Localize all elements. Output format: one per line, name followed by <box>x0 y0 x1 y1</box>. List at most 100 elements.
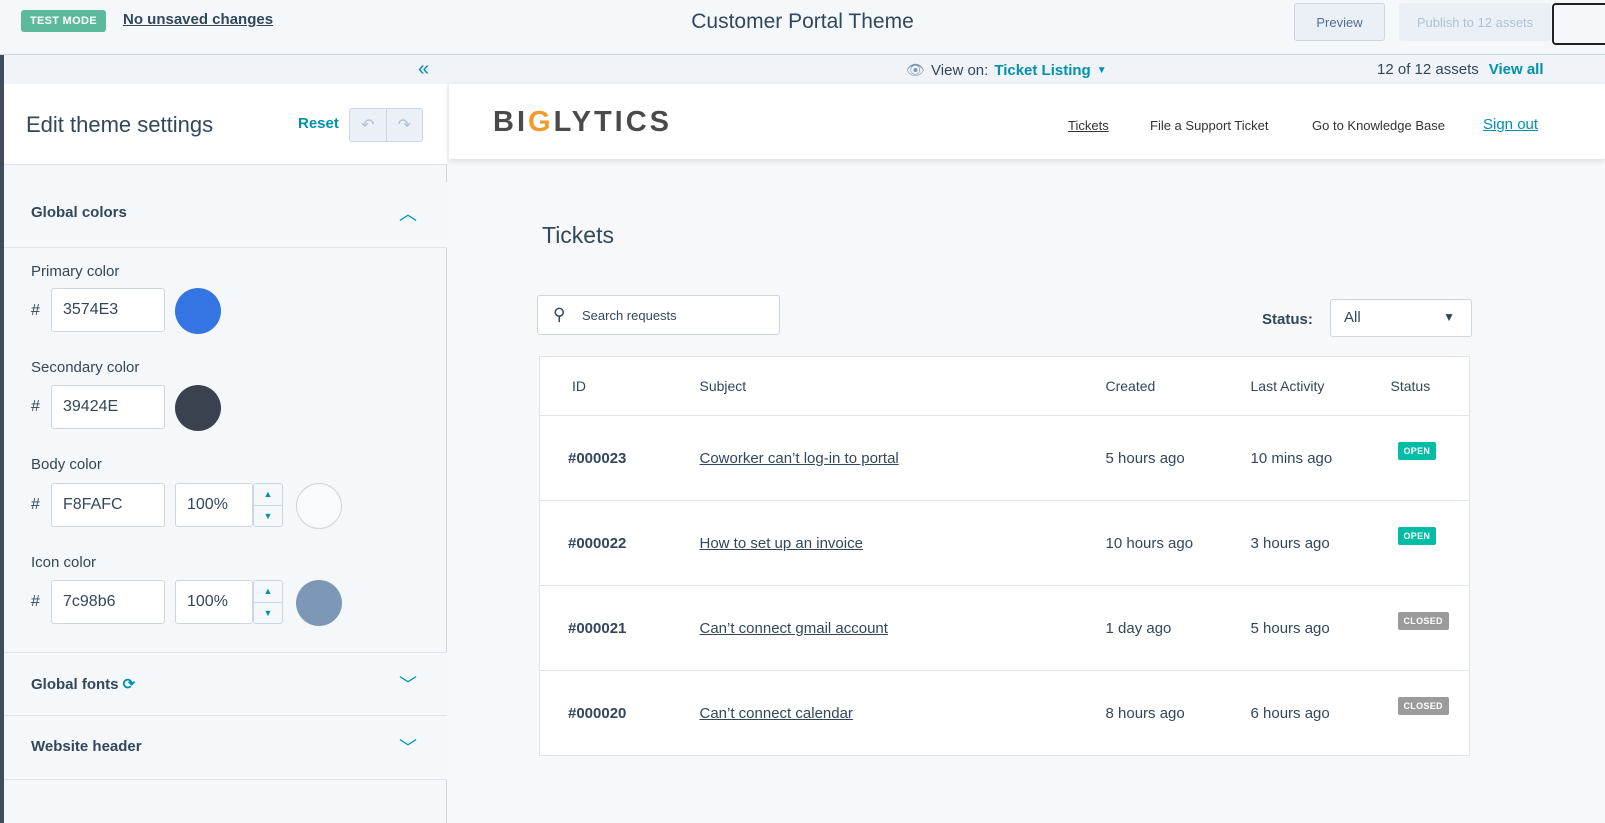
chevron-up-icon[interactable]: ▲ <box>254 484 282 505</box>
collapse-sidebar-icon[interactable]: « <box>418 58 429 81</box>
chevron-down-icon[interactable]: ▼ <box>254 601 282 624</box>
sub-bar <box>4 55 1605 84</box>
tickets-heading: Tickets <box>542 222 614 248</box>
panel-title: Edit theme settings <box>26 112 214 137</box>
search-placeholder: Search requests <box>582 308 677 323</box>
nav-tickets[interactable]: Tickets <box>1068 118 1109 133</box>
chevron-up-icon[interactable]: ︿ <box>399 200 417 226</box>
table-row[interactable]: #000023 Coworker can’t log-in to portal … <box>539 415 1470 501</box>
secondary-color-swatch[interactable] <box>175 385 221 431</box>
hash-symbol: # <box>31 398 40 415</box>
nav-knowledge-base[interactable]: Go to Knowledge Base <box>1312 118 1445 133</box>
reset-button[interactable]: Reset <box>298 115 339 132</box>
portal-preview: BIGLYTICS Tickets File a Support Ticket … <box>449 84 1605 823</box>
section-label-text: Global fonts <box>31 676 119 693</box>
section-website-header[interactable]: Website header ﹀ <box>4 716 447 780</box>
sync-icon: ⟳ <box>122 676 136 693</box>
publish-button[interactable]: Publish to 12 assets <box>1399 3 1551 41</box>
ticket-created: 5 hours ago <box>1105 415 1251 501</box>
ticket-id: #000022 <box>539 500 700 586</box>
icon-color-swatch[interactable] <box>296 580 342 626</box>
table-row[interactable]: #000021 Can’t connect gmail account 1 da… <box>539 585 1470 671</box>
status-select-value: All <box>1344 309 1361 326</box>
section-global-colors[interactable]: Global colors ︿ <box>4 182 447 248</box>
caret-down-icon: ▼ <box>1443 310 1455 324</box>
section-global-fonts[interactable]: Global fonts ⟳ ﹀ <box>4 652 447 716</box>
body-color-input[interactable]: F8FAFC <box>51 483 165 527</box>
color-fields: Primary color # 3574E3 Secondary color #… <box>4 248 447 652</box>
search-icon: ⚲ <box>553 305 566 324</box>
primary-color-swatch[interactable] <box>175 288 221 334</box>
section-label: Global fonts ⟳ <box>31 675 135 693</box>
portal-header: BIGLYTICS Tickets File a Support Ticket … <box>449 84 1605 159</box>
eye-icon: 👁 <box>906 62 926 79</box>
chevron-down-icon[interactable]: ▼ <box>254 504 282 527</box>
view-on-selector[interactable]: 👁 View on: Ticket Listing ▼ <box>906 61 1107 80</box>
ticket-created: 8 hours ago <box>1105 704 1185 722</box>
status-badge: OPEN <box>1397 526 1437 545</box>
panel-header: Edit theme settings Reset ↶ ↷ <box>4 84 447 165</box>
secondary-color-input[interactable]: 39424E <box>51 385 165 429</box>
ticket-subject-link[interactable]: Can’t connect calendar <box>700 705 853 722</box>
undo-icon[interactable]: ↶ <box>350 109 386 141</box>
sign-out-link[interactable]: Sign out <box>1483 116 1538 133</box>
body-opacity-input[interactable]: 100% <box>175 483 253 527</box>
ticket-last-activity: 6 hours ago <box>1250 704 1330 722</box>
status-badge: CLOSED <box>1397 611 1449 630</box>
primary-color-input[interactable]: 3574E3 <box>51 288 165 332</box>
field-label: Primary color <box>31 263 120 280</box>
chevron-down-icon[interactable]: ﹀ <box>399 734 417 760</box>
overflow-button[interactable] <box>1552 3 1605 45</box>
ticket-subject-link[interactable]: How to set up an invoice <box>700 535 863 552</box>
ticket-subject-link[interactable]: Can’t connect gmail account <box>700 620 888 637</box>
col-status: Status <box>1390 356 1470 416</box>
ticket-id: #000020 <box>568 704 627 722</box>
col-created: Created <box>1105 356 1251 416</box>
chevron-down-icon[interactable]: ﹀ <box>399 671 417 697</box>
chevron-up-icon[interactable]: ▲ <box>254 581 282 602</box>
view-on-dropdown[interactable]: Ticket Listing <box>994 62 1090 79</box>
biglytics-logo: BIGLYTICS <box>493 106 672 139</box>
col-subject: Subject <box>699 356 1106 416</box>
ticket-last-activity: 5 hours ago <box>1250 585 1391 671</box>
undo-redo-group: ↶ ↷ <box>349 108 423 142</box>
view-on-label: View on: <box>931 61 989 79</box>
assets-info: 12 of 12 assets View all <box>1377 61 1544 78</box>
ticket-id: #000021 <box>539 585 700 671</box>
logo-part: G <box>528 106 554 138</box>
ticket-last-activity: 3 hours ago <box>1250 500 1391 586</box>
ticket-created: 10 hours ago <box>1105 500 1251 586</box>
hash-symbol: # <box>31 496 40 513</box>
field-label: Body color <box>31 456 102 473</box>
caret-down-icon: ▼ <box>1096 64 1107 76</box>
tickets-table: ID Subject Created Last Activity Status … <box>539 356 1470 756</box>
top-bar: TEST MODE No unsaved changes Customer Po… <box>0 0 1605 55</box>
logo-part: LYTICS <box>553 106 673 138</box>
field-label: Icon color <box>31 554 97 571</box>
ticket-last-activity: 10 mins ago <box>1250 415 1391 501</box>
ticket-subject-link[interactable]: Coworker can’t log-in to portal <box>700 450 899 467</box>
preview-button[interactable]: Preview <box>1294 3 1385 41</box>
body-opacity-stepper[interactable]: ▲ ▼ <box>253 483 283 527</box>
view-all-link[interactable]: View all <box>1489 61 1544 78</box>
redo-icon[interactable]: ↷ <box>385 109 423 141</box>
ticket-created: 1 day ago <box>1105 585 1251 671</box>
table-row[interactable]: #000022 How to set up an invoice 10 hour… <box>539 500 1470 586</box>
icon-color-input[interactable]: 7c98b6 <box>51 580 165 624</box>
table-header: ID Subject Created Last Activity Status <box>539 356 1470 416</box>
status-label: Status: <box>1262 311 1313 328</box>
status-select[interactable]: All ▼ <box>1330 299 1472 337</box>
icon-opacity-input[interactable]: 100% <box>175 580 253 624</box>
section-label: Website header <box>31 738 142 755</box>
status-badge: OPEN <box>1397 441 1437 460</box>
col-id: ID <box>539 356 700 416</box>
theme-settings-panel: Edit theme settings Reset ↶ ↷ Global colo… <box>4 84 447 823</box>
body-color-swatch[interactable] <box>296 483 342 529</box>
table-row[interactable]: #000020 Can’t connect calendar 8 hours a… <box>540 671 1470 756</box>
section-label: Global colors <box>31 204 127 221</box>
icon-opacity-stepper[interactable]: ▲ ▼ <box>253 580 283 624</box>
field-label: Secondary color <box>31 359 140 376</box>
assets-count: 12 of 12 assets <box>1377 61 1479 78</box>
nav-file-ticket[interactable]: File a Support Ticket <box>1150 118 1269 133</box>
search-input[interactable]: ⚲ Search requests <box>537 295 780 335</box>
